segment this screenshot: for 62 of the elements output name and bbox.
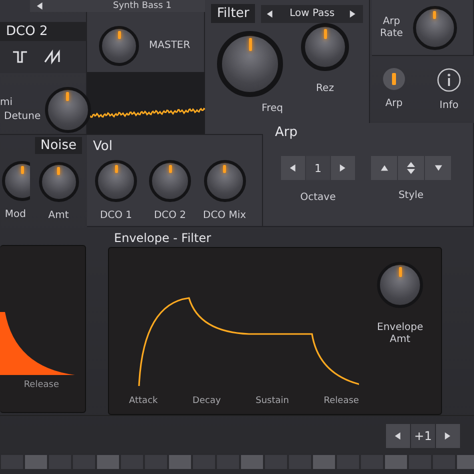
- knob-label: MASTER: [149, 40, 190, 52]
- section-title: Arp: [274, 124, 298, 142]
- preset-bar[interactable]: Synth Bass 1: [30, 0, 205, 12]
- up-arrow-icon: [380, 163, 388, 173]
- knob-label: Detune: [4, 111, 41, 123]
- section-title: Filter: [211, 4, 256, 23]
- octave-value: 1: [306, 156, 330, 180]
- knob[interactable]: [301, 23, 349, 71]
- previous-arrow-icon: [36, 1, 45, 11]
- knob[interactable]: [44, 87, 91, 133]
- previous-arrow-icon: [266, 8, 276, 18]
- control-label: Style: [398, 190, 424, 202]
- section-title: Vol: [92, 138, 114, 156]
- knob[interactable]: [99, 26, 139, 66]
- knob-label: Arp Rate: [380, 16, 403, 40]
- up-down-arrow-icon: [406, 161, 416, 175]
- stage-label: Sustain: [256, 396, 289, 408]
- knob[interactable]: [412, 6, 457, 50]
- previous-button[interactable]: [386, 424, 410, 448]
- left-arrow-icon: [394, 430, 402, 440]
- right-arrow-icon: [338, 163, 348, 173]
- style-button[interactable]: [398, 156, 424, 180]
- knob-label: Mod: [4, 209, 26, 221]
- knob-label: mi: [0, 97, 13, 109]
- knob-label: Rez: [316, 83, 334, 95]
- transpose-value: +1: [411, 424, 435, 448]
- next-arrow-icon: [348, 8, 358, 18]
- knob[interactable]: [95, 160, 137, 202]
- square-wave-icon[interactable]: [12, 49, 28, 65]
- knob[interactable]: [149, 160, 191, 202]
- down-arrow-icon: [434, 163, 442, 173]
- preset-name: Synth Bass 1: [113, 1, 172, 11]
- style-button[interactable]: [371, 156, 397, 180]
- knob[interactable]: [204, 160, 246, 202]
- right-arrow-icon: [444, 430, 452, 440]
- previous-button[interactable]: [281, 156, 305, 180]
- section-title: Envelope - Filter: [114, 231, 212, 246]
- next-button[interactable]: [436, 424, 460, 448]
- section-title: DCO 2: [0, 22, 87, 41]
- knob[interactable]: [38, 162, 78, 202]
- section-title: Noise: [35, 137, 82, 154]
- knob-label: DCO 2: [154, 210, 186, 222]
- toggle-label: Arp: [385, 98, 403, 110]
- info-icon[interactable]: [437, 68, 461, 92]
- knob-label: Freq: [262, 103, 283, 115]
- stage-label: Release: [24, 380, 59, 391]
- stage-label: Decay: [192, 396, 221, 408]
- toggle-label: Info: [440, 100, 458, 112]
- next-button[interactable]: [331, 156, 355, 180]
- filter-type-dropdown[interactable]: Low Pass: [261, 4, 363, 22]
- knob-label: Amt: [48, 210, 69, 222]
- control-label: Octave: [300, 192, 336, 204]
- knob-label: Envelope Amt: [377, 322, 424, 346]
- knob[interactable]: [2, 161, 30, 201]
- stage-label: Attack: [129, 396, 158, 408]
- knob-label: DCO 1: [100, 210, 132, 222]
- left-arrow-icon: [288, 163, 298, 173]
- arp-toggle[interactable]: [383, 68, 405, 90]
- style-button[interactable]: [425, 156, 451, 180]
- sawtooth-wave-icon[interactable]: [44, 49, 60, 65]
- knob-label: DCO Mix: [203, 210, 246, 222]
- stage-label: Release: [324, 396, 359, 408]
